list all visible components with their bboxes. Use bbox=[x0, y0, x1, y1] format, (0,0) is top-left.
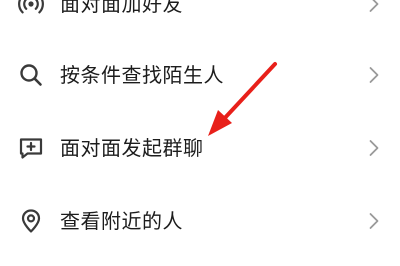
chevron-right-icon bbox=[368, 139, 380, 157]
location-pin-icon bbox=[18, 208, 44, 234]
menu-item-face-to-face-group-chat[interactable]: 面对面发起群聊 bbox=[0, 111, 400, 185]
menu-item-label: 查看附近的人 bbox=[60, 209, 183, 233]
chevron-right-icon bbox=[368, 0, 380, 13]
chevron-right-icon bbox=[368, 66, 380, 84]
menu-item-label: 按条件查找陌生人 bbox=[60, 63, 224, 87]
menu-item-face-to-face-add-friend[interactable]: 面对面加好友 bbox=[0, 0, 400, 41]
chevron-right-icon bbox=[368, 212, 380, 230]
menu-item-label: 面对面加好友 bbox=[60, 0, 183, 16]
menu-item-find-strangers[interactable]: 按条件查找陌生人 bbox=[0, 38, 400, 112]
menu-list: 面对面加好友 按条件查找陌生人 面对面发起群聊 查看附近的人 bbox=[0, 0, 400, 266]
menu-item-label: 面对面发起群聊 bbox=[60, 136, 204, 160]
search-icon bbox=[18, 62, 44, 88]
radar-icon bbox=[18, 0, 44, 17]
menu-item-people-nearby[interactable]: 查看附近的人 bbox=[0, 184, 400, 258]
chat-plus-icon bbox=[18, 135, 44, 161]
